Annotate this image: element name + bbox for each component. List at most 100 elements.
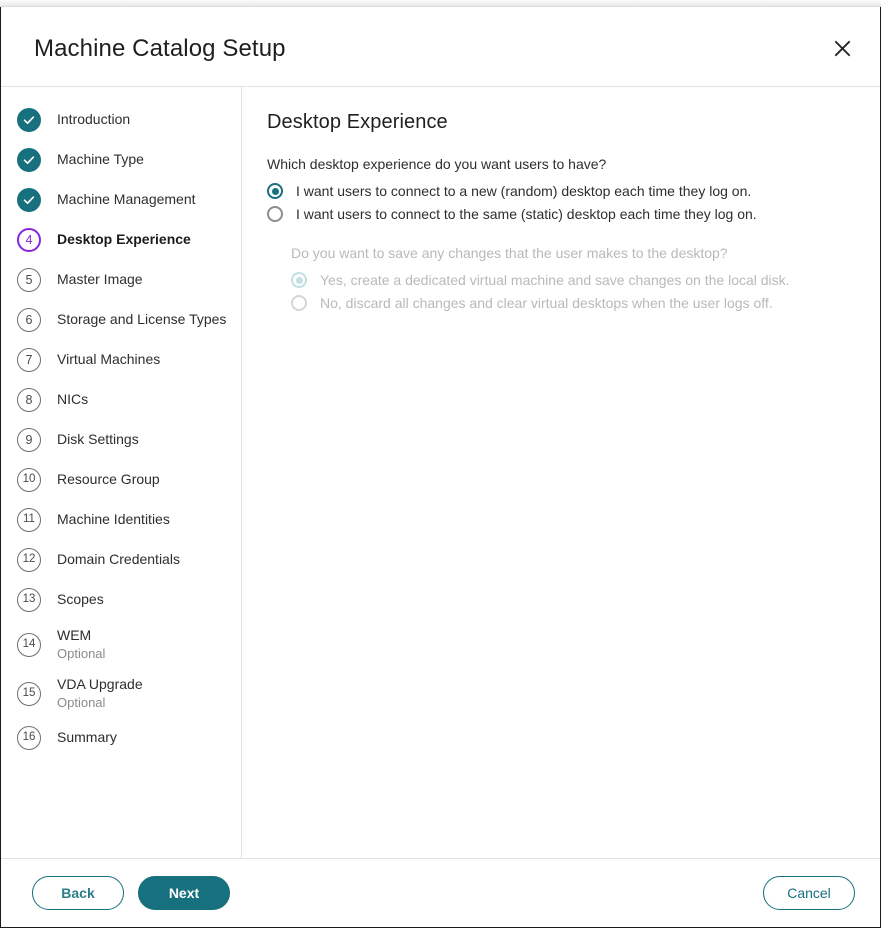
sidebar-step-label: VDA Upgrade [57,676,143,693]
sidebar-step-1[interactable]: Introduction [1,100,241,140]
step-number: 16 [17,726,41,750]
page-title: Machine Catalog Setup [34,35,286,62]
secondary-radio-group: Yes, create a dedicated virtual machine … [291,272,852,311]
sidebar-step-5[interactable]: 5 Master Image [1,260,241,300]
sidebar-step-label: Resource Group [57,471,160,488]
sidebar-step-13[interactable]: 13 Scopes [1,580,241,620]
secondary-question: Do you want to save any changes that the… [291,245,728,261]
sidebar-step-label: Summary [57,729,117,746]
sidebar-step-labels: Scopes [57,591,104,609]
desktop-experience-option-label: I want users to connect to a new (random… [296,183,752,199]
back-button[interactable]: Back [32,876,124,910]
sidebar-step-3[interactable]: Machine Management [1,180,241,220]
sidebar-step-labels: Resource Group [57,471,160,489]
sidebar-step-labels: Desktop Experience [57,231,191,249]
sidebar-step-labels: Disk Settings [57,431,139,449]
next-button[interactable]: Next [138,876,230,910]
sidebar-step-labels: Domain Credentials [57,551,180,569]
sidebar-step-2[interactable]: Machine Type [1,140,241,180]
primary-question: Which desktop experience do you want use… [267,156,607,172]
sidebar-step-8[interactable]: 8 NICs [1,380,241,420]
desktop-experience-option-label: I want users to connect to the same (sta… [296,206,757,222]
sidebar-step-labels: Master Image [57,271,143,289]
sidebar-step-6[interactable]: 6 Storage and License Types [1,300,241,340]
sidebar-step-label: Machine Identities [57,511,170,528]
sidebar-step-label: Virtual Machines [57,351,161,368]
cancel-button[interactable]: Cancel [763,876,855,910]
save-changes-option-label: Yes, create a dedicated virtual machine … [320,272,790,288]
sidebar-step-label: Desktop Experience [57,231,191,248]
sidebar-step-11[interactable]: 11 Machine Identities [1,500,241,540]
sidebar-step-label: Machine Type [57,151,144,168]
machine-catalog-setup-window: Machine Catalog Setup Introduction Machin… [0,0,881,928]
step-number: 12 [17,548,41,572]
check-icon [17,188,41,212]
sidebar-step-10[interactable]: 10 Resource Group [1,460,241,500]
close-glyph [834,40,850,56]
sidebar-step-labels: Summary [57,729,117,747]
step-number: 14 [17,632,41,657]
sidebar-step-labels: Introduction [57,111,130,129]
desktop-experience-option-1[interactable]: I want users to connect to a new (random… [267,183,852,199]
sidebar-step-14[interactable]: 14 WEM Optional [1,620,241,669]
step-number: 9 [17,428,41,452]
step-number-current: 4 [17,228,41,252]
footer-right-actions: Cancel [763,876,855,910]
save-changes-option-label: No, discard all changes and clear virtua… [320,295,773,311]
step-number: 15 [17,681,41,706]
step-number: 5 [17,268,41,292]
sidebar-step-9[interactable]: 9 Disk Settings [1,420,241,460]
step-number: 13 [17,588,41,612]
save-changes-option-1: Yes, create a dedicated virtual machine … [291,272,852,288]
sidebar-step-label: Domain Credentials [57,551,180,568]
sidebar-step-label: NICs [57,391,89,408]
save-changes-option-2: No, discard all changes and clear virtua… [291,295,852,311]
sidebar-step-sublabel: Optional [57,645,106,661]
radio-unselected-icon [291,295,307,311]
radio-selected-icon[interactable] [267,183,283,199]
step-number: 7 [17,348,41,372]
sidebar-step-label: Storage and License Types [57,311,227,328]
primary-radio-group: I want users to connect to a new (random… [267,183,852,222]
dialog-header: Machine Catalog Setup [1,7,880,87]
sidebar-step-labels: WEM Optional [57,627,105,662]
sidebar-step-labels: Machine Type [57,151,144,169]
sidebar-step-12[interactable]: 12 Domain Credentials [1,540,241,580]
sidebar-step-labels: Storage and License Types [57,311,226,329]
sidebar-step-labels: NICs [57,391,88,409]
step-number: 6 [17,308,41,332]
sidebar-step-16[interactable]: 16 Summary [1,718,241,758]
close-icon[interactable] [829,35,855,61]
step-number: 8 [17,388,41,412]
step-number: 10 [17,468,41,492]
sidebar-step-label: Introduction [57,111,131,128]
secondary-section: Do you want to save any changes that the… [267,245,852,311]
main-content: Desktop Experience Which desktop experie… [242,87,880,858]
sidebar-step-label: Master Image [57,271,143,288]
sidebar-step-labels: Machine Identities [57,511,170,529]
sidebar-step-label: Scopes [57,591,104,608]
check-icon [17,108,41,132]
sidebar-step-7[interactable]: 7 Virtual Machines [1,340,241,380]
check-icon [17,148,41,172]
sidebar-step-labels: Machine Management [57,191,196,209]
sidebar-step-label: Machine Management [57,191,196,208]
sidebar-step-label: Disk Settings [57,431,139,448]
sidebar-step-15[interactable]: 15 VDA Upgrade Optional [1,669,241,718]
dialog-body: Introduction Machine Type Machine Manageme… [1,87,880,858]
dialog: Machine Catalog Setup Introduction Machin… [0,7,881,928]
desktop-experience-option-2[interactable]: I want users to connect to the same (sta… [267,206,852,222]
radio-selected-icon [291,272,307,288]
section-title: Desktop Experience [267,111,448,133]
step-number: 11 [17,508,41,532]
dialog-footer: Back Next Cancel [1,858,880,927]
window-chrome-strip [0,0,881,7]
sidebar-step-label: WEM [57,627,92,644]
sidebar-step-sublabel: Optional [57,694,106,710]
footer-left-actions: Back Next [32,876,230,910]
sidebar-step-4[interactable]: 4 Desktop Experience [1,220,241,260]
sidebar-step-labels: Virtual Machines [57,351,160,369]
radio-unselected-icon[interactable] [267,206,283,222]
wizard-steps-sidebar: Introduction Machine Type Machine Manageme… [1,87,242,858]
sidebar-step-labels: VDA Upgrade Optional [57,676,143,711]
